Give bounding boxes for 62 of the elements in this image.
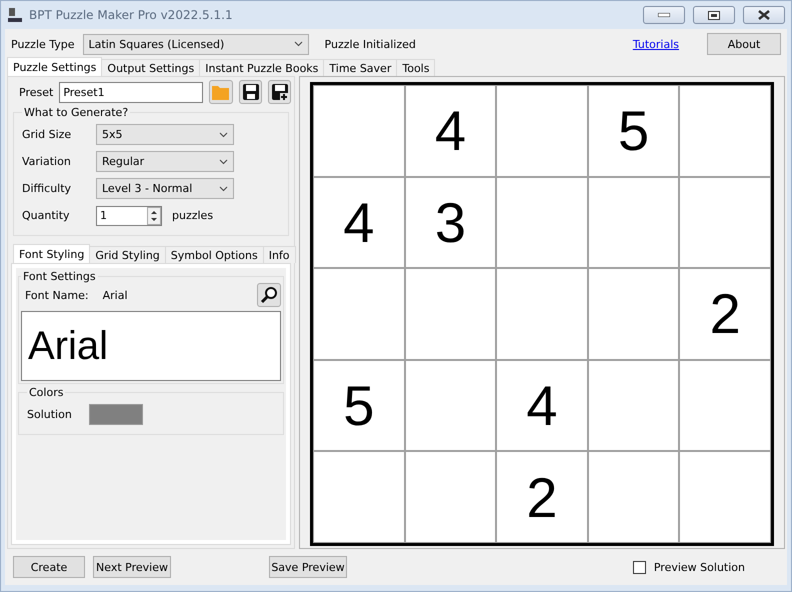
grid-cell: 5 xyxy=(313,360,405,452)
quantity-spinner[interactable]: 1 xyxy=(96,206,162,226)
font-sample-text: Arial xyxy=(28,324,108,368)
preset-label: Preset xyxy=(19,86,54,98)
floppy-disk-plus-icon xyxy=(270,83,289,101)
preset-field[interactable]: Preset1 xyxy=(59,82,204,102)
save-button[interactable] xyxy=(239,80,262,104)
dropdown[interactable]: 5x5 xyxy=(96,124,234,145)
puzzle-type-label: Puzzle Type xyxy=(11,38,75,50)
field-label: Quantity xyxy=(22,209,71,222)
tab[interactable]: Tools xyxy=(396,59,436,76)
grid-cell: 4 xyxy=(313,176,405,268)
dropdown[interactable]: Level 3 - Normal xyxy=(96,178,234,199)
grid-cell: 4 xyxy=(496,360,588,452)
minimize-icon xyxy=(658,13,670,17)
tab[interactable]: Grid Styling xyxy=(89,246,166,263)
search-button[interactable] xyxy=(257,283,281,307)
grid-cell: 2 xyxy=(679,268,771,360)
search-icon xyxy=(260,286,278,304)
font-name-value: Arial xyxy=(102,288,129,302)
chevron-down-icon xyxy=(219,132,228,138)
minimize-button[interactable] xyxy=(643,6,685,24)
action-button[interactable]: Next Preview xyxy=(93,556,171,578)
color-swatch[interactable] xyxy=(89,404,143,425)
field-label: Variation xyxy=(22,155,72,168)
tab[interactable]: Font Styling xyxy=(13,244,90,263)
tab[interactable]: Puzzle Settings xyxy=(7,57,102,76)
chevron-down-icon xyxy=(219,158,228,164)
action-button[interactable]: Create xyxy=(13,556,85,578)
chevron-down-icon xyxy=(219,186,228,192)
chevron-down-icon xyxy=(294,41,303,47)
status-text: Puzzle Initialized xyxy=(324,38,417,50)
folder-icon xyxy=(211,84,232,100)
color-label: Solution xyxy=(27,408,73,421)
group-title: Colors xyxy=(28,386,64,399)
tab[interactable]: Output Settings xyxy=(101,59,200,76)
grid-cell: 3 xyxy=(404,176,496,268)
action-button[interactable]: Save Preview xyxy=(269,556,347,578)
close-icon xyxy=(758,10,770,20)
group-title: What to Generate? xyxy=(23,106,130,119)
puzzle-type-dropdown[interactable]: Latin Squares (Licensed) xyxy=(82,34,309,54)
maximize-icon xyxy=(708,10,720,20)
grid-cell: 5 xyxy=(588,85,680,177)
dropdown[interactable]: Regular xyxy=(96,151,234,172)
tab[interactable]: Info xyxy=(262,246,296,263)
save-as-button[interactable] xyxy=(268,80,291,104)
about-button[interactable]: About xyxy=(707,33,781,55)
app-logo-icon xyxy=(7,7,23,23)
group-title: Font Settings xyxy=(22,270,97,283)
grid-cell: 2 xyxy=(496,451,588,543)
unit-label: puzzles xyxy=(172,209,214,222)
font-name-label: Font Name: xyxy=(25,288,89,302)
field-label: Difficulty xyxy=(22,182,72,195)
tutorials-link[interactable]: Tutorials xyxy=(632,38,679,50)
preview-solution-label: Preview Solution xyxy=(654,560,745,574)
grid-cell: 4 xyxy=(404,85,496,177)
close-button[interactable] xyxy=(743,6,785,24)
preview-solution-checkbox[interactable] xyxy=(632,560,646,574)
window-title: BPT Puzzle Maker Pro v2022.5.1.1 xyxy=(29,8,234,22)
maximize-button[interactable] xyxy=(693,6,735,24)
tab[interactable]: Symbol Options xyxy=(164,246,264,263)
field-label: Grid Size xyxy=(22,128,72,141)
